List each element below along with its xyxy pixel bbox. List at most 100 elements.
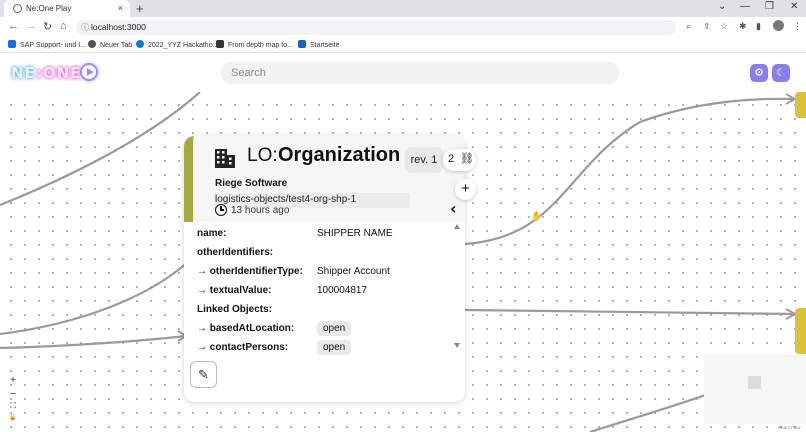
forward-arrow-icon[interactable]: → [26, 20, 37, 32]
bookmarks-bar: SAP Support- und I... Neuer Tab 2022_YYZ… [0, 37, 806, 53]
node-header: LO: Organization rev. 1 Riege Software l… [184, 136, 465, 222]
bookmark-item[interactable]: From depth map to... [216, 40, 293, 49]
logo-one: ONE [42, 64, 82, 82]
back-arrow-icon[interactable]: ← [8, 20, 19, 32]
zoom-icon[interactable]: ⌕ [686, 21, 691, 32]
edge [464, 308, 796, 316]
zoom-in-button[interactable]: + [6, 375, 20, 388]
address-bar-row: ← → ↻ ⌂ ⓘ localhost:3000 ⌕ ⇪ ☆ ✱ ▮ ⋮ [0, 17, 806, 37]
site-info-icon[interactable]: ⓘ [81, 22, 89, 33]
bookmark-label: Neuer Tab [100, 42, 133, 49]
edge [0, 92, 201, 207]
offscreen-node[interactable] [795, 92, 806, 118]
react-flow-attribution[interactable]: React Flow [778, 425, 801, 430]
edge [0, 259, 191, 336]
add-node-button[interactable]: + [455, 179, 476, 200]
url-field[interactable]: ⓘ localhost:3000 [76, 20, 676, 35]
lock-button[interactable]: 🔒 [6, 414, 20, 427]
bookmark-item[interactable]: 2022_YYZ Hackatho... [136, 40, 218, 49]
hand-cursor-icon: ✋ [531, 211, 543, 221]
property-row: Linked Objects: [197, 304, 272, 315]
flow-canvas[interactable]: LO: Organization rev. 1 Riege Software l… [0, 92, 806, 432]
browser-tab-bar: Ne:One Play × + ⌄ — ❐ ✕ [0, 0, 806, 17]
properties-scrollbar[interactable] [452, 222, 462, 352]
property-key: name: [197, 228, 227, 239]
logo-sep: : [35, 64, 43, 82]
bookmark-favicon-icon [8, 40, 16, 48]
reload-icon[interactable]: ↻ [43, 20, 52, 33]
minimize-button[interactable]: — [740, 1, 750, 12]
new-tab-button[interactable]: + [136, 1, 144, 16]
property-row: → otherIdentifierType: Shipper Account [197, 266, 390, 277]
links-count-button[interactable]: 2 ⛓ [443, 149, 476, 171]
close-window-button[interactable]: ✕ [790, 1, 798, 12]
bookmark-favicon-icon [298, 40, 306, 48]
property-key: → contactPersons: [197, 342, 289, 353]
share-icon[interactable]: ⇪ [703, 21, 711, 32]
more-menu-icon[interactable]: ⋮ [793, 21, 802, 32]
tab-close-icon[interactable]: × [118, 3, 123, 13]
extensions-puzzle-icon[interactable]: ✱ [739, 21, 747, 32]
collapse-chevron-icon[interactable]: ‹ [450, 199, 457, 218]
building-icon [215, 149, 235, 168]
bookmark-favicon-icon [216, 40, 224, 48]
property-value: 100004817 [317, 285, 368, 296]
bookmark-star-icon[interactable]: ☆ [720, 21, 728, 32]
side-panel-icon[interactable]: ▮ [756, 21, 761, 32]
property-value: Shipper Account [317, 266, 390, 277]
property-row: → contactPersons: open [197, 340, 352, 355]
bookmark-favicon-icon [88, 40, 96, 48]
bookmark-item[interactable]: Startseite [298, 40, 340, 49]
app-logo[interactable]: NE:ONE [11, 64, 81, 82]
maximize-button[interactable]: ❐ [765, 1, 774, 12]
search-input[interactable] [221, 62, 619, 84]
minimap-node [748, 376, 761, 389]
property-row: → textualValue: 100004817 [197, 285, 367, 296]
property-row: name: SHIPPER NAME [197, 228, 393, 239]
revision-badge[interactable]: rev. 1 [405, 147, 443, 173]
fit-view-button[interactable]: ⛶ [6, 401, 20, 414]
company-name: Riege Software [215, 178, 288, 189]
settings-gear-icon[interactable]: ⚙ [750, 64, 768, 82]
property-key: → otherIdentifierType: [197, 266, 303, 277]
minimap[interactable] [704, 354, 806, 424]
links-count: 2 [448, 153, 455, 165]
updated-time: 13 hours ago [231, 205, 290, 216]
url-text: localhost:3000 [91, 22, 146, 32]
scroll-down-arrow-icon[interactable] [454, 343, 460, 348]
bookmark-label: SAP Support- und I... [20, 42, 87, 49]
bookmark-item[interactable]: Neuer Tab [88, 40, 132, 49]
lo-prefix: LO: [247, 145, 278, 166]
tab-title: Ne:One Play [26, 4, 72, 13]
play-logo-icon [80, 63, 98, 81]
property-value: SHIPPER NAME [317, 228, 393, 239]
zoom-controls: + – ⛶ 🔒 [6, 375, 20, 427]
bookmark-item[interactable]: SAP Support- und I... [8, 40, 86, 49]
property-key: otherIdentifiers: [197, 247, 274, 258]
property-key: → basedAtLocation: [197, 323, 295, 334]
logistics-object-node[interactable]: LO: Organization rev. 1 Riege Software l… [184, 136, 465, 402]
open-link-button[interactable]: open [317, 340, 352, 355]
edge [0, 334, 187, 350]
browser-tab[interactable]: Ne:One Play × [4, 0, 130, 17]
home-icon[interactable]: ⌂ [60, 20, 67, 32]
scroll-up-arrow-icon[interactable] [454, 224, 460, 229]
tab-favicon-icon [13, 4, 22, 13]
app-header: NE:ONE ⚙ ☾ [0, 54, 806, 92]
open-link-button[interactable]: open [317, 321, 352, 336]
properties-list[interactable]: name: SHIPPER NAME otherIdentifiers: → o… [184, 222, 465, 355]
property-key: → textualValue: [197, 285, 272, 296]
property-key: Linked Objects: [197, 304, 273, 315]
tab-search-icon[interactable]: ⌄ [718, 1, 726, 12]
edit-pencil-button[interactable]: ✎ [190, 361, 217, 388]
logo-ne: NE [11, 64, 36, 82]
link-chain-icon: ⛓ [460, 153, 474, 165]
property-row: → basedAtLocation: open [197, 321, 352, 336]
zoom-out-button[interactable]: – [6, 388, 20, 401]
offscreen-node[interactable] [795, 308, 806, 354]
profile-avatar[interactable] [773, 20, 784, 31]
bookmark-favicon-icon [136, 40, 144, 48]
dark-mode-moon-icon[interactable]: ☾ [772, 64, 790, 82]
edge [464, 97, 796, 246]
bookmark-label: From depth map to... [228, 42, 293, 49]
